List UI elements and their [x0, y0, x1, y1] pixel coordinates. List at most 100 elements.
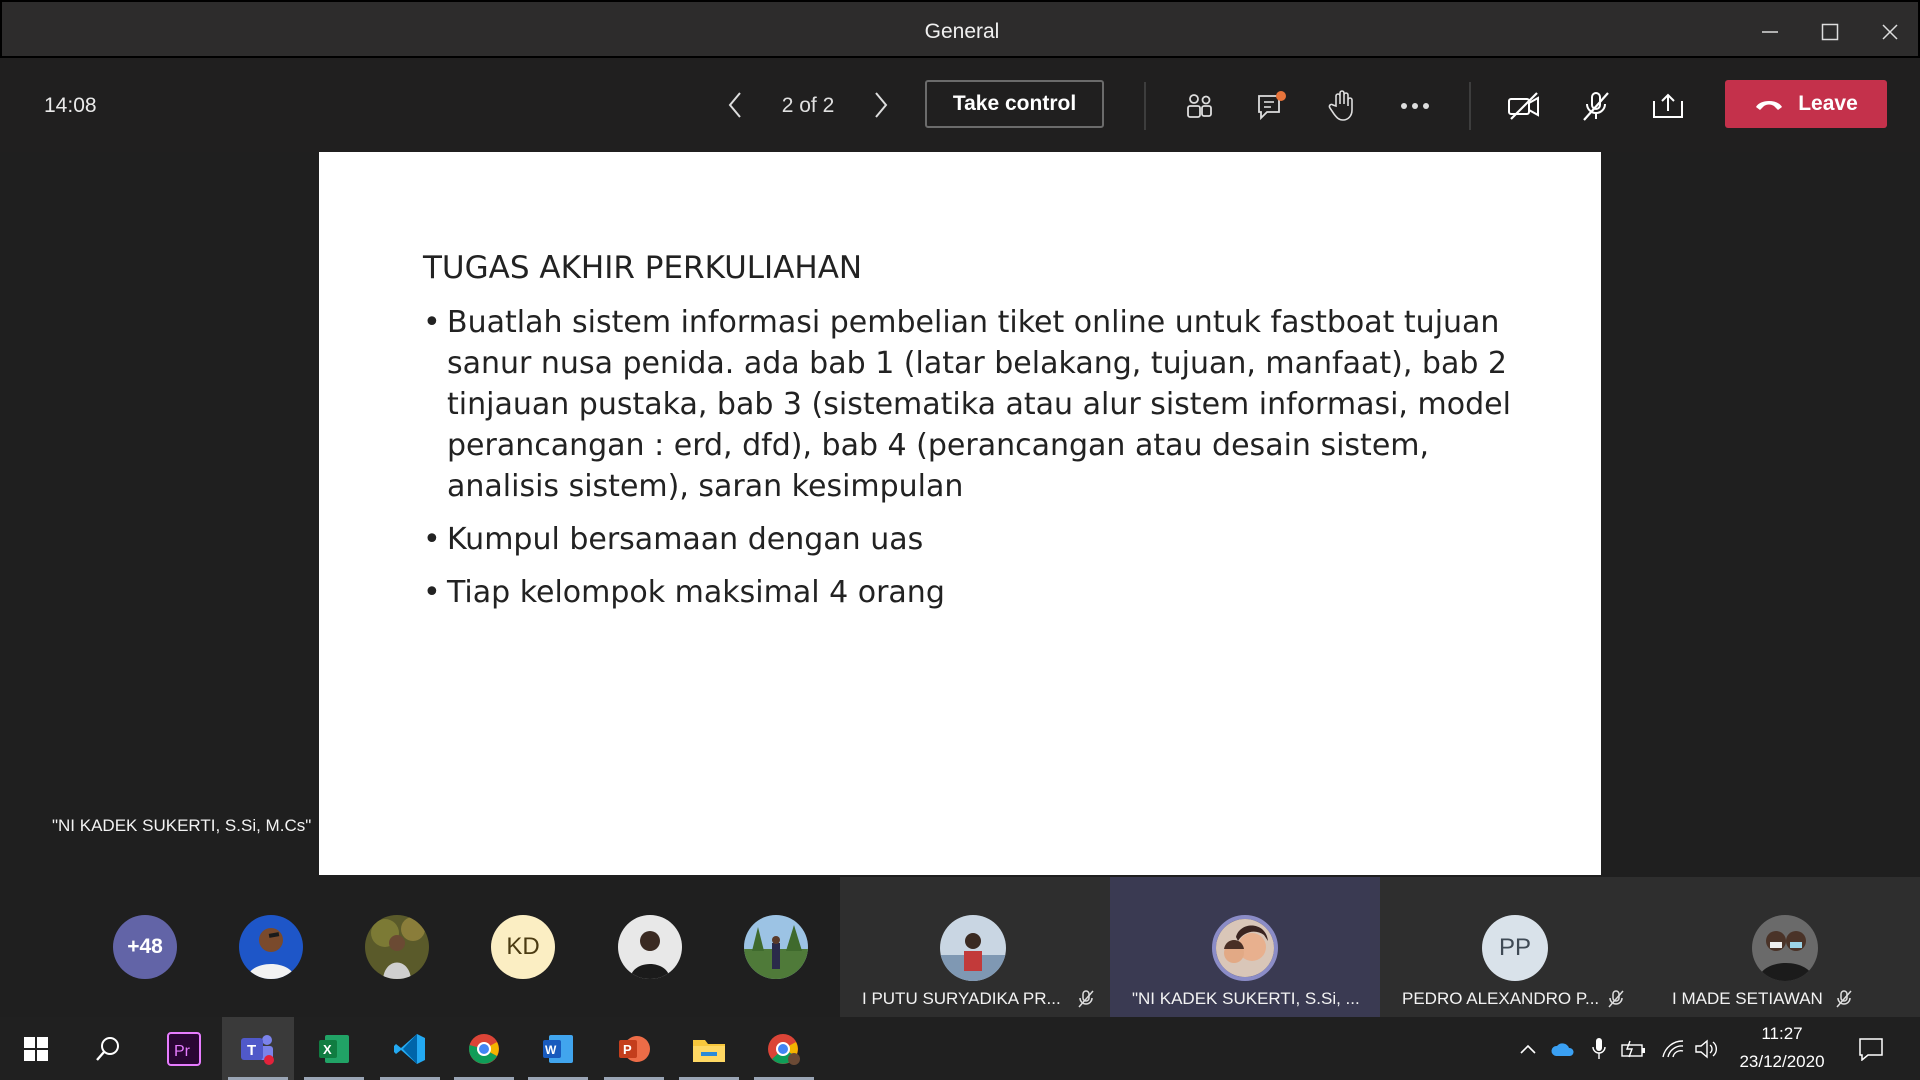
microphone-tray-button[interactable]	[1585, 1035, 1613, 1063]
participant-avatar[interactable]	[239, 915, 303, 979]
camera-toggle-button[interactable]	[1502, 84, 1546, 128]
share-screen-button[interactable]	[1646, 84, 1690, 128]
taskbar-app-excel[interactable]: X	[298, 1017, 370, 1080]
participant-name: PEDRO ALEXANDRO P...	[1402, 989, 1600, 1008]
microphone-icon	[1592, 1038, 1606, 1059]
svg-text:P: P	[623, 1042, 632, 1057]
battery-charging-icon	[1621, 1040, 1645, 1058]
participant-avatar	[940, 915, 1006, 981]
leave-button[interactable]: Leave	[1725, 80, 1887, 128]
slide-bullet: Kumpul bersamaan dengan uas	[423, 519, 1513, 560]
search-button[interactable]	[72, 1017, 144, 1080]
network-tray-button[interactable]	[1659, 1035, 1687, 1063]
taskbar-app-premiere[interactable]: Pr	[148, 1017, 220, 1080]
wifi-icon	[1662, 1040, 1684, 1058]
battery-tray-button[interactable]	[1620, 1035, 1648, 1063]
presenter-name-label: "NI KADEK SUKERTI, S.Si, M.Cs"	[52, 816, 312, 835]
people-icon	[1187, 94, 1212, 118]
meeting-toolbar: 14:08 2 of 2 Take control Leave	[0, 58, 1920, 152]
taskbar-app-word[interactable]: W	[522, 1017, 594, 1080]
take-control-button[interactable]: Take control	[925, 80, 1104, 128]
shared-content-stage: TUGAS AKHIR PERKULIAHAN Buatlah sistem i…	[0, 152, 1920, 877]
participant-name: I MADE SETIAWAN	[1672, 989, 1823, 1008]
more-actions-button[interactable]	[1393, 84, 1437, 128]
page-indicator: 2 of 2	[781, 94, 835, 117]
participant-avatar[interactable]	[618, 915, 682, 979]
person-photo-icon	[940, 915, 1006, 981]
svg-text:Pr: Pr	[174, 1043, 191, 1060]
window-title: General	[924, 20, 1000, 43]
onedrive-cloud-icon	[1551, 1043, 1574, 1056]
slide-bullet: Tiap kelompok maksimal 4 orang	[423, 572, 1513, 613]
person-photo-icon	[1752, 915, 1818, 981]
person-photo-icon	[1216, 919, 1274, 977]
more-participants-button[interactable]: +48	[113, 915, 177, 979]
start-button[interactable]	[0, 1017, 72, 1080]
close-button[interactable]	[1870, 14, 1910, 50]
taskbar-app-powerpoint[interactable]: P	[598, 1017, 670, 1080]
person-photo-icon	[365, 915, 429, 979]
participant-avatar[interactable]	[365, 915, 429, 979]
taskbar-clock-date[interactable]: 23/12/2020	[1730, 1052, 1834, 1072]
svg-text:W: W	[545, 1043, 557, 1057]
teams-icon: T	[241, 1034, 274, 1065]
chevron-left-icon	[728, 92, 741, 118]
participant-avatar[interactable]	[744, 915, 808, 979]
speaker-icon	[1695, 1039, 1717, 1059]
vscode-icon	[394, 1033, 425, 1064]
participant-tile[interactable]: I MADE SETIAWAN	[1650, 877, 1920, 1017]
hand-icon	[1328, 90, 1353, 121]
participant-tile[interactable]: PP PEDRO ALEXANDRO P...	[1380, 877, 1650, 1017]
folder-icon	[693, 1039, 725, 1062]
next-page-button[interactable]	[866, 88, 896, 122]
participant-tile[interactable]: I PUTU SURYADIKA PR...	[840, 877, 1110, 1017]
minimize-button[interactable]	[1750, 14, 1790, 50]
participant-tile-active-speaker[interactable]: "NI KADEK SUKERTI, S.Si, ...	[1110, 877, 1380, 1017]
toolbar-divider	[1144, 82, 1146, 130]
person-photo-icon	[618, 915, 682, 979]
taskbar-app-chrome-profile[interactable]	[748, 1017, 820, 1080]
excel-icon: X	[319, 1034, 349, 1063]
taskbar-app-teams[interactable]: T	[222, 1017, 294, 1080]
slide-title: TUGAS AKHIR PERKULIAHAN	[423, 250, 863, 286]
notification-icon	[1859, 1038, 1883, 1061]
shared-slide: TUGAS AKHIR PERKULIAHAN Buatlah sistem i…	[319, 152, 1601, 875]
toolbar-divider	[1469, 82, 1471, 130]
windows-logo-icon	[24, 1036, 48, 1061]
chat-icon	[1258, 91, 1286, 121]
taskbar-app-file-explorer[interactable]	[673, 1017, 745, 1080]
premiere-pro-icon: Pr	[167, 1031, 201, 1066]
maximize-button[interactable]	[1810, 14, 1850, 50]
action-center-button[interactable]	[1857, 1035, 1885, 1063]
svg-text:T: T	[247, 1042, 256, 1059]
participant-avatar	[1212, 915, 1278, 981]
participant-name: "NI KADEK SUKERTI, S.Si, ...	[1132, 989, 1360, 1008]
camera-off-icon	[1508, 92, 1539, 120]
participants-button[interactable]	[1177, 84, 1221, 128]
taskbar-clock-time[interactable]: 11:27	[1730, 1024, 1834, 1044]
raise-hand-button[interactable]	[1320, 84, 1364, 128]
microphone-toggle-button[interactable]	[1574, 84, 1618, 128]
show-hidden-icons-button[interactable]	[1514, 1035, 1542, 1063]
windows-taskbar: Pr T X W P 11:27 23/12/2020	[0, 1017, 1920, 1080]
previous-page-button[interactable]	[720, 88, 750, 122]
volume-tray-button[interactable]	[1693, 1035, 1721, 1063]
taskbar-app-vscode[interactable]	[374, 1017, 446, 1080]
window-titlebar: General	[0, 0, 1920, 58]
onedrive-tray-icon-button[interactable]	[1549, 1035, 1577, 1063]
microphone-off-icon	[1583, 92, 1609, 121]
share-tray-icon	[1653, 93, 1683, 118]
chat-button[interactable]	[1250, 84, 1294, 128]
powerpoint-icon: P	[619, 1035, 650, 1062]
hang-up-icon	[1756, 101, 1783, 110]
more-icon	[1401, 103, 1429, 109]
participant-avatar-initials[interactable]: KD	[491, 915, 555, 979]
taskbar-app-chrome[interactable]	[448, 1017, 520, 1080]
meeting-duration: 14:08	[44, 94, 97, 117]
participant-name: I PUTU SURYADIKA PR...	[862, 989, 1061, 1008]
participants-bar: +48 KD I PUTU SURYADIKA PR... "NI KADEK …	[0, 877, 1920, 1017]
microphone-muted-icon	[1078, 990, 1094, 1008]
chrome-profile-icon	[768, 1033, 800, 1065]
leave-label: Leave	[1798, 92, 1858, 115]
microphone-muted-icon	[1608, 990, 1624, 1008]
